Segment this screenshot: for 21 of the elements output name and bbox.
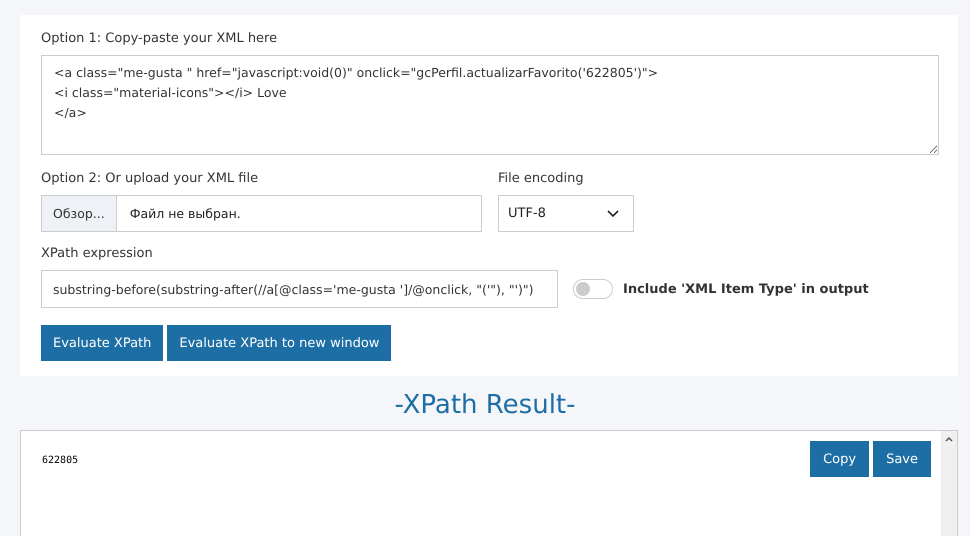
encoding-select[interactable]: UTF-8 [498,195,634,232]
copy-button[interactable]: Copy [810,441,870,477]
field-label: Option 1: Copy-paste your XML here [41,31,278,46]
result-title: -XPath Result- [394,390,576,420]
xpath-input-field[interactable]: substring-before(substring-after(//a[@class='me-gusta ']/@onclick, "('"), "')") [41,270,558,308]
evaluate-button[interactable]: Evaluate XPath [41,325,164,361]
scroll-up-icon[interactable] [945,436,953,442]
save-button[interactable]: Save [873,441,931,477]
toggle-switch[interactable] [573,279,613,299]
field-label: XPath expression [41,246,154,261]
browse-button[interactable]: Обзор... [42,196,117,231]
scrollbar[interactable] [941,431,957,536]
xml-input-field[interactable]: <a class="me-gusta " href="javascript:void(0)" onclick="gcPerfil.actualizarFavorito('622805')"> <i class="material-icons"></i> Love </a> [41,55,939,155]
chevron-down-icon [607,210,619,218]
field-label: Option 2: Or upload your XML file [41,171,260,186]
evaluate-button[interactable]: Evaluate XPath to new window [167,325,392,361]
field-label: File encoding [498,171,585,186]
file-status: Файл не выбран. [128,205,241,223]
toggle-label: Include 'XML Item Type' in output [623,282,869,296]
result-output: 622805 [42,455,78,466]
file-input[interactable]: Обзор... Файл не выбран. [41,195,482,232]
